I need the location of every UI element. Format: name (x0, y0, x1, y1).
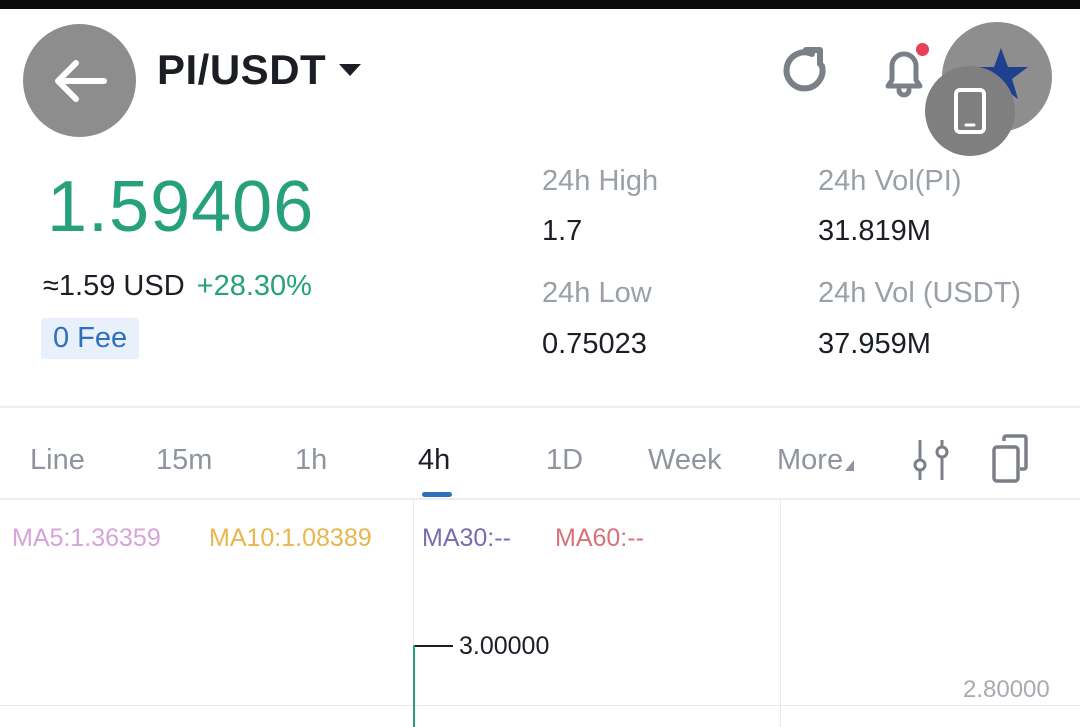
indicator-settings-icon[interactable] (912, 437, 952, 483)
caret-icon (845, 460, 855, 471)
high-value: 1.7 (542, 215, 583, 247)
floating-phone-button[interactable] (925, 66, 1015, 156)
low-label: 24h Low (542, 277, 652, 309)
low-value: 0.75023 (542, 328, 647, 360)
max-price-pointer (415, 645, 453, 647)
ma60-label: MA60:-- (555, 524, 644, 552)
price-axis-label: 2.80000 (963, 676, 1050, 703)
kline-chart[interactable]: MA5:1.36359 MA10:1.08389 MA30:-- MA60:--… (0, 500, 1080, 727)
chart-grid-horizontal (0, 705, 1080, 706)
fee-badge: 0 Fee (41, 318, 140, 359)
last-price: 1.59406 (47, 167, 315, 247)
max-price-label: 3.00000 (459, 632, 550, 660)
phone-icon (954, 88, 986, 134)
tab-week[interactable]: Week (648, 444, 722, 477)
active-tab-indicator (422, 492, 452, 497)
usd-price-row: ≈1.59 USD +28.30% (43, 270, 312, 303)
tab-1d[interactable]: 1D (546, 444, 583, 477)
vol-pi-label: 24h Vol(PI) (818, 165, 962, 197)
vol-usdt-label: 24h Vol (USDT) (818, 277, 1022, 309)
pair-name: PI/USDT (157, 46, 327, 93)
section-divider (0, 406, 1080, 408)
tab-4h[interactable]: 4h (418, 444, 450, 477)
tab-more-label: More (777, 444, 844, 476)
usd-equivalent: ≈1.59 USD (43, 270, 185, 302)
caret-down-icon (339, 64, 362, 76)
notification-dot (916, 43, 929, 56)
status-bar (0, 0, 1080, 9)
ma10-label: MA10:1.08389 (209, 524, 372, 552)
ma5-label: MA5:1.36359 (12, 524, 161, 552)
candle-wick (413, 645, 415, 727)
vol-pi-value: 31.819M (818, 215, 931, 247)
back-arrow-icon (54, 59, 107, 102)
high-label: 24h High (542, 165, 659, 197)
ma30-label: MA30:-- (422, 524, 511, 552)
tab-15m[interactable]: 15m (156, 444, 212, 477)
copy-layout-icon[interactable] (990, 433, 1034, 485)
pair-selector[interactable]: PI/USDT (157, 46, 362, 94)
tab-more[interactable]: More (777, 444, 855, 477)
tab-line[interactable]: Line (30, 444, 85, 477)
chart-grid-vertical (780, 500, 781, 727)
price-change: +28.30% (196, 270, 312, 302)
refresh-icon[interactable] (778, 44, 832, 98)
back-button[interactable] (23, 24, 136, 137)
tab-1h[interactable]: 1h (295, 444, 327, 477)
vol-usdt-value: 37.959M (818, 328, 931, 360)
